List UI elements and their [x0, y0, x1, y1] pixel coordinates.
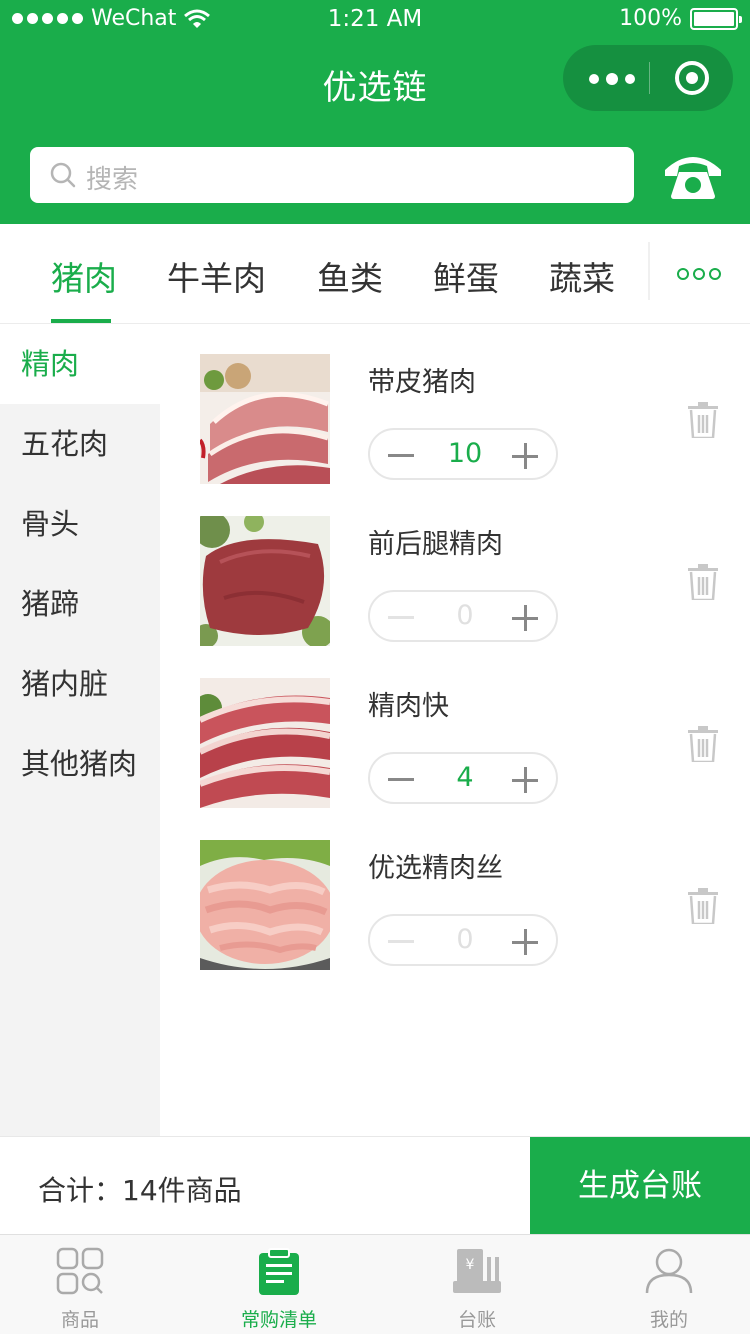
product-list: 带皮猪肉 10 前后腿精肉 0 精肉快 4 优选精肉丝 0	[160, 324, 750, 1136]
product-image[interactable]	[200, 840, 330, 970]
tab-eggs[interactable]: 鲜蛋	[433, 252, 499, 300]
close-miniprogram-icon[interactable]	[675, 61, 709, 95]
sidebar-item-offal[interactable]: 猪内脏	[0, 644, 160, 724]
quantity-value: 0	[456, 600, 474, 631]
person-icon	[645, 1248, 693, 1294]
product-name: 带皮猪肉	[368, 367, 476, 398]
miniprogram-capsule	[563, 45, 733, 111]
decrease-button[interactable]	[388, 454, 414, 457]
battery-percent: 100%	[619, 6, 682, 31]
more-categories-icon[interactable]	[677, 268, 721, 280]
product-image[interactable]	[200, 354, 330, 484]
tabbar-label: 常购清单	[240, 1309, 317, 1331]
trash-icon[interactable]	[688, 564, 718, 600]
list-item: 带皮猪肉 10	[160, 324, 750, 486]
active-tab-indicator	[51, 319, 111, 323]
tabbar-label: 我的	[649, 1309, 688, 1331]
tab-fish[interactable]: 鱼类	[317, 252, 383, 300]
search-icon	[50, 162, 76, 188]
bottom-tab-bar: 商品 常购清单 ¥ 台账 我的	[0, 1234, 750, 1334]
subcategory-sidebar: 精肉 五花肉 骨头 猪蹄 猪内脏 其他猪肉	[0, 324, 160, 1136]
trash-icon[interactable]	[688, 726, 718, 762]
battery-icon	[690, 7, 742, 30]
quantity-value: 4	[456, 762, 474, 793]
quantity-value: 10	[447, 438, 483, 469]
total-count-label: 合计：14件商品	[38, 1174, 242, 1207]
increase-button[interactable]	[512, 443, 538, 469]
quantity-stepper: 0	[368, 590, 558, 642]
product-image[interactable]	[200, 516, 330, 646]
cart-summary-bar: 合计：14件商品 生成台账	[0, 1136, 750, 1235]
trash-icon[interactable]	[688, 402, 718, 438]
search-placeholder: 搜索	[86, 165, 139, 195]
sidebar-item-trotters[interactable]: 猪蹄	[0, 564, 160, 644]
list-item: 前后腿精肉 0	[160, 486, 750, 648]
app-header: WeChat 1:21 AM 100% 优选链 搜索	[0, 0, 750, 224]
product-image[interactable]	[200, 678, 330, 808]
quantity-value: 0	[456, 924, 474, 955]
tabbar-item-profile[interactable]: 我的	[589, 1235, 749, 1334]
sidebar-item-other-pork[interactable]: 其他猪肉	[0, 724, 160, 804]
grid-search-icon	[56, 1247, 104, 1295]
product-name: 精肉快	[368, 691, 449, 722]
tab-beef-lamb[interactable]: 牛羊肉	[167, 252, 266, 300]
svg-text:¥: ¥	[466, 1257, 475, 1273]
sidebar-item-pork-belly[interactable]: 五花肉	[0, 404, 160, 484]
status-bar: WeChat 1:21 AM 100%	[0, 0, 750, 40]
quantity-stepper: 10	[368, 428, 558, 480]
quantity-stepper: 0	[368, 914, 558, 966]
quantity-stepper: 4	[368, 752, 558, 804]
ledger-icon: ¥	[453, 1249, 501, 1293]
list-item: 精肉快 4	[160, 648, 750, 810]
sidebar-item-bones[interactable]: 骨头	[0, 484, 160, 564]
decrease-button[interactable]	[388, 778, 414, 781]
clipboard-list-icon	[259, 1248, 299, 1295]
increase-button[interactable]	[512, 929, 538, 955]
tabbar-item-products[interactable]: 商品	[0, 1235, 160, 1334]
product-name: 优选精肉丝	[368, 853, 503, 884]
tab-vegetables[interactable]: 蔬菜	[549, 252, 615, 300]
tabbar-label: 台账	[457, 1309, 496, 1331]
tab-pork[interactable]: 猪肉	[51, 252, 117, 300]
tabs-divider	[648, 242, 650, 300]
product-name: 前后腿精肉	[368, 529, 503, 560]
tabbar-label: 商品	[60, 1309, 99, 1331]
sidebar-item-lean-meat[interactable]: 精肉	[0, 324, 160, 404]
generate-ledger-button[interactable]: 生成台账	[530, 1137, 750, 1235]
decrease-button[interactable]	[388, 940, 414, 943]
more-menu-icon[interactable]	[589, 73, 635, 85]
capsule-divider	[649, 62, 650, 94]
list-item: 优选精肉丝 0	[160, 810, 750, 972]
tabbar-item-frequent-list[interactable]: 常购清单	[199, 1235, 359, 1334]
category-tabs: 猪肉 牛羊肉 鱼类 鲜蛋 蔬菜	[0, 224, 750, 324]
increase-button[interactable]	[512, 605, 538, 631]
trash-icon[interactable]	[688, 888, 718, 924]
search-input[interactable]: 搜索	[30, 147, 634, 203]
phone-icon[interactable]	[663, 150, 723, 200]
increase-button[interactable]	[512, 767, 538, 793]
decrease-button[interactable]	[388, 616, 414, 619]
tabbar-item-ledger[interactable]: ¥ 台账	[397, 1235, 557, 1334]
